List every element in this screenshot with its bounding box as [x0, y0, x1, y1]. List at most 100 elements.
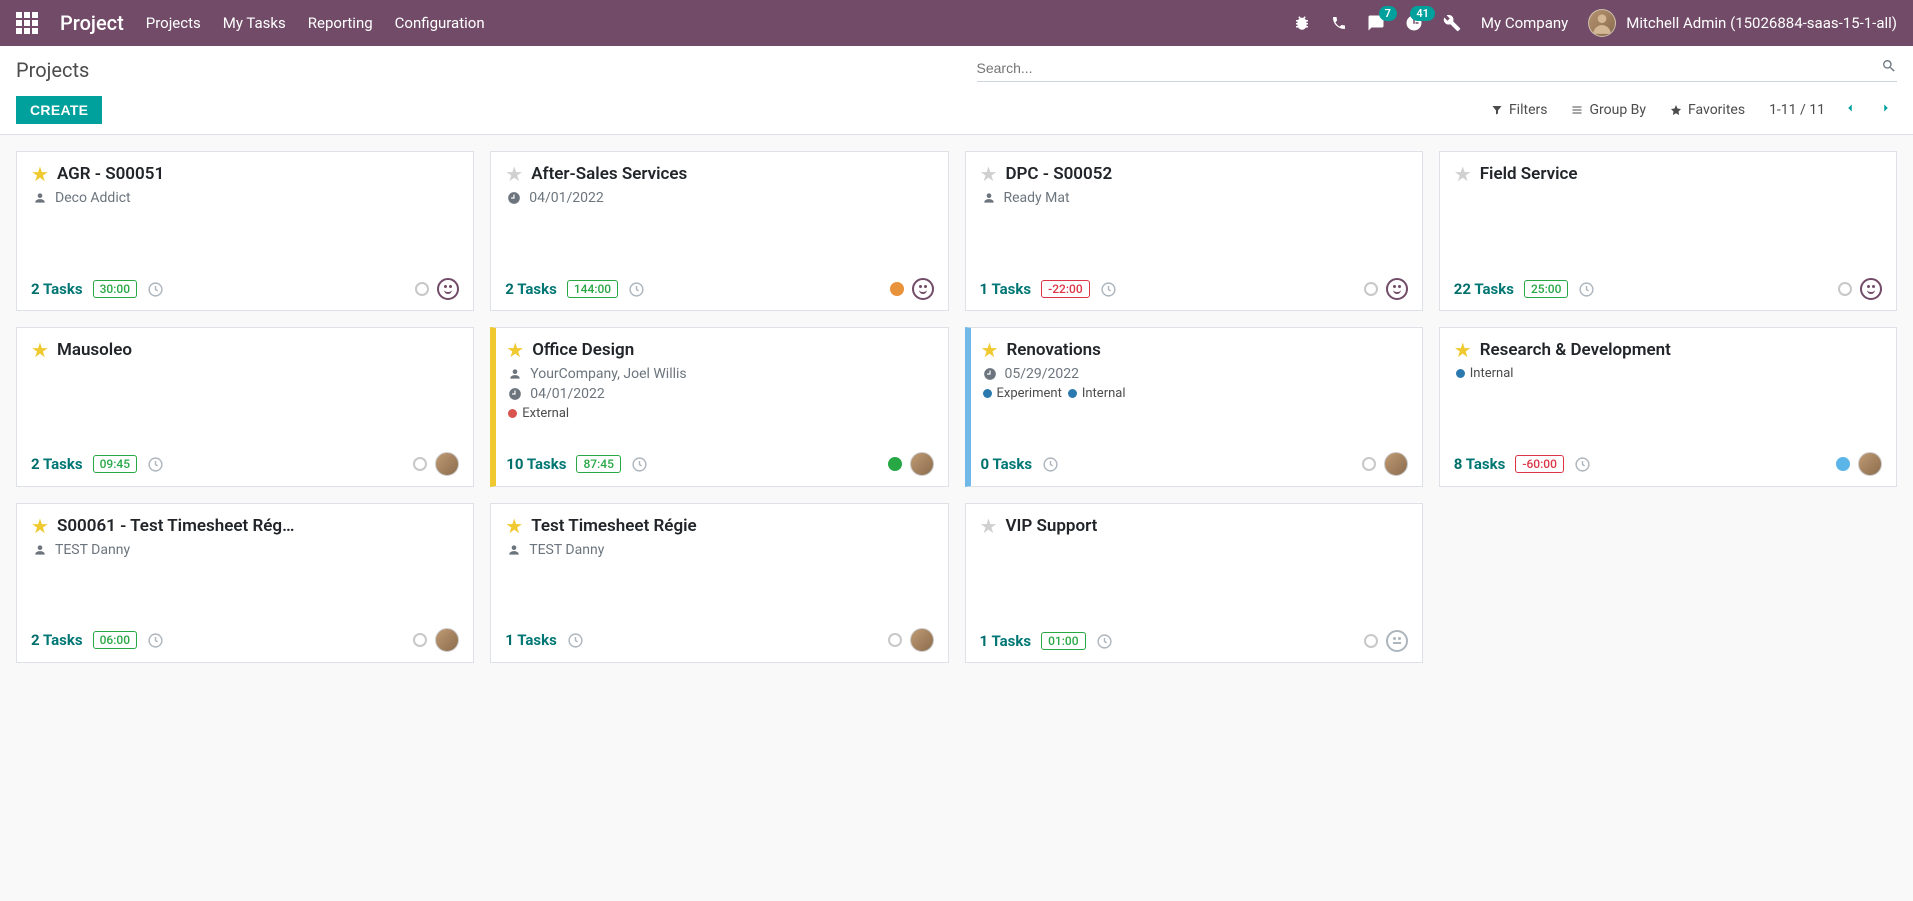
tasks-link[interactable]: 2 Tasks	[31, 280, 83, 298]
pager-next[interactable]	[1875, 97, 1897, 123]
nav-link-reporting[interactable]: Reporting	[308, 14, 373, 32]
assignee-avatar[interactable]	[1858, 452, 1882, 476]
tasks-label: Tasks	[43, 280, 83, 298]
rating-smiley[interactable]	[437, 278, 459, 300]
favorite-star[interactable]: ★	[981, 340, 999, 360]
filter-icon	[1491, 104, 1503, 116]
nav-link-my-tasks[interactable]: My Tasks	[223, 14, 286, 32]
project-card[interactable]: ★VIP Support1 Tasks01:00	[965, 503, 1423, 663]
status-dot[interactable]	[413, 457, 427, 471]
planned-hours-icon[interactable]	[1574, 456, 1591, 473]
assignee-avatar[interactable]	[910, 452, 934, 476]
planned-hours-icon[interactable]	[147, 281, 164, 298]
groupby-button[interactable]: Group By	[1571, 102, 1646, 118]
tasks-link[interactable]: 10 Tasks	[506, 455, 566, 473]
status-dot[interactable]	[1836, 457, 1850, 471]
tasks-label: Tasks	[1474, 280, 1514, 298]
assignee-avatar[interactable]	[910, 628, 934, 652]
planned-hours-icon[interactable]	[1096, 633, 1113, 650]
status-dot[interactable]	[890, 282, 904, 296]
project-card[interactable]: ★Office DesignYourCompany, Joel Willis04…	[490, 327, 948, 487]
rating-smiley[interactable]	[1860, 278, 1882, 300]
rating-smiley[interactable]	[1386, 278, 1408, 300]
project-card[interactable]: ★Mausoleo2 Tasks09:45	[16, 327, 474, 487]
tag: Internal	[1068, 386, 1126, 401]
project-card[interactable]: ★AGR - S00051Deco Addict2 Tasks30:00	[16, 151, 474, 311]
favorite-star[interactable]: ★	[1454, 340, 1472, 360]
assignee-avatar[interactable]	[435, 628, 459, 652]
favorites-label: Favorites	[1688, 102, 1745, 118]
project-card[interactable]: ★S00061 - Test Timesheet Rég…TEST Danny2…	[16, 503, 474, 663]
project-card[interactable]: ★Field Service22 Tasks25:00	[1439, 151, 1897, 311]
assignee-avatar[interactable]	[1384, 452, 1408, 476]
tasks-count: 0	[981, 455, 990, 473]
tasks-link[interactable]: 2 Tasks	[31, 631, 83, 649]
search-button[interactable]	[1881, 58, 1897, 77]
status-dot[interactable]	[1364, 634, 1378, 648]
planned-hours-icon[interactable]	[631, 456, 648, 473]
status-dot[interactable]	[1364, 282, 1378, 296]
company-selector[interactable]: My Company	[1481, 14, 1568, 32]
user-menu[interactable]: Mitchell Admin (15026884-saas-15-1-all)	[1588, 9, 1897, 37]
status-dot[interactable]	[888, 633, 902, 647]
favorite-star[interactable]: ★	[980, 164, 998, 184]
planned-hours-icon[interactable]	[628, 281, 645, 298]
tasks-link[interactable]: 8 Tasks	[1454, 455, 1506, 473]
tasks-link[interactable]: 2 Tasks	[31, 455, 83, 473]
create-button[interactable]: CREATE	[16, 96, 102, 124]
pager-prev[interactable]	[1839, 97, 1861, 123]
project-card[interactable]: ★Renovations05/29/2022ExperimentInternal…	[965, 327, 1423, 487]
favorite-star[interactable]: ★	[31, 516, 49, 536]
status-dot[interactable]	[888, 457, 902, 471]
project-card[interactable]: ★DPC - S00052Ready Mat1 Tasks-22:00	[965, 151, 1423, 311]
favorite-star[interactable]: ★	[505, 164, 523, 184]
status-dot[interactable]	[1362, 457, 1376, 471]
apps-icon[interactable]	[16, 12, 38, 34]
card-footer: 2 Tasks 06:00	[31, 618, 459, 652]
tasks-link[interactable]: 1 Tasks	[505, 631, 557, 649]
app-brand[interactable]: Project	[60, 11, 124, 35]
planned-hours-icon[interactable]	[1100, 281, 1117, 298]
favorite-star[interactable]: ★	[505, 516, 523, 536]
bug-icon[interactable]	[1293, 14, 1311, 32]
nav-link-projects[interactable]: Projects	[146, 14, 201, 32]
status-dot[interactable]	[1838, 282, 1852, 296]
favorite-star[interactable]: ★	[31, 340, 49, 360]
planned-hours-icon[interactable]	[1042, 456, 1059, 473]
footer-right	[888, 452, 934, 476]
filters-button[interactable]: Filters	[1491, 102, 1548, 118]
rating-smiley[interactable]	[912, 278, 934, 300]
date-row: 04/01/2022	[507, 190, 933, 206]
star-icon	[1670, 104, 1682, 116]
phone-icon[interactable]	[1331, 15, 1347, 31]
status-dot[interactable]	[415, 282, 429, 296]
planned-hours-icon[interactable]	[147, 456, 164, 473]
tasks-link[interactable]: 22 Tasks	[1454, 280, 1514, 298]
favorite-star[interactable]: ★	[31, 164, 49, 184]
planned-hours-icon[interactable]	[567, 632, 584, 649]
kanban-view: ★AGR - S00051Deco Addict2 Tasks30:00★Aft…	[0, 135, 1913, 679]
favorite-star[interactable]: ★	[980, 516, 998, 536]
assignee-avatar[interactable]	[435, 452, 459, 476]
tasks-link[interactable]: 0 Tasks	[981, 455, 1033, 473]
project-card[interactable]: ★Test Timesheet RégieTEST Danny1 Tasks	[490, 503, 948, 663]
search-input[interactable]	[977, 60, 1882, 76]
tasks-link[interactable]: 2 Tasks	[505, 280, 557, 298]
hours-badge: 06:00	[93, 631, 137, 649]
planned-hours-icon[interactable]	[1578, 281, 1595, 298]
favorites-button[interactable]: Favorites	[1670, 102, 1745, 118]
nav-link-configuration[interactable]: Configuration	[395, 14, 485, 32]
person-icon	[33, 543, 47, 557]
tasks-link[interactable]: 1 Tasks	[980, 632, 1032, 650]
messages-icon[interactable]: 7	[1367, 14, 1385, 32]
rating-smiley[interactable]	[1386, 630, 1408, 652]
project-card[interactable]: ★Research & DevelopmentInternal8 Tasks-6…	[1439, 327, 1897, 487]
activity-icon[interactable]: 41	[1405, 14, 1423, 32]
tasks-link[interactable]: 1 Tasks	[980, 280, 1032, 298]
favorite-star[interactable]: ★	[1454, 164, 1472, 184]
tools-icon[interactable]	[1443, 14, 1461, 32]
favorite-star[interactable]: ★	[506, 340, 524, 360]
status-dot[interactable]	[413, 633, 427, 647]
project-card[interactable]: ★After-Sales Services04/01/20222 Tasks14…	[490, 151, 948, 311]
planned-hours-icon[interactable]	[147, 632, 164, 649]
